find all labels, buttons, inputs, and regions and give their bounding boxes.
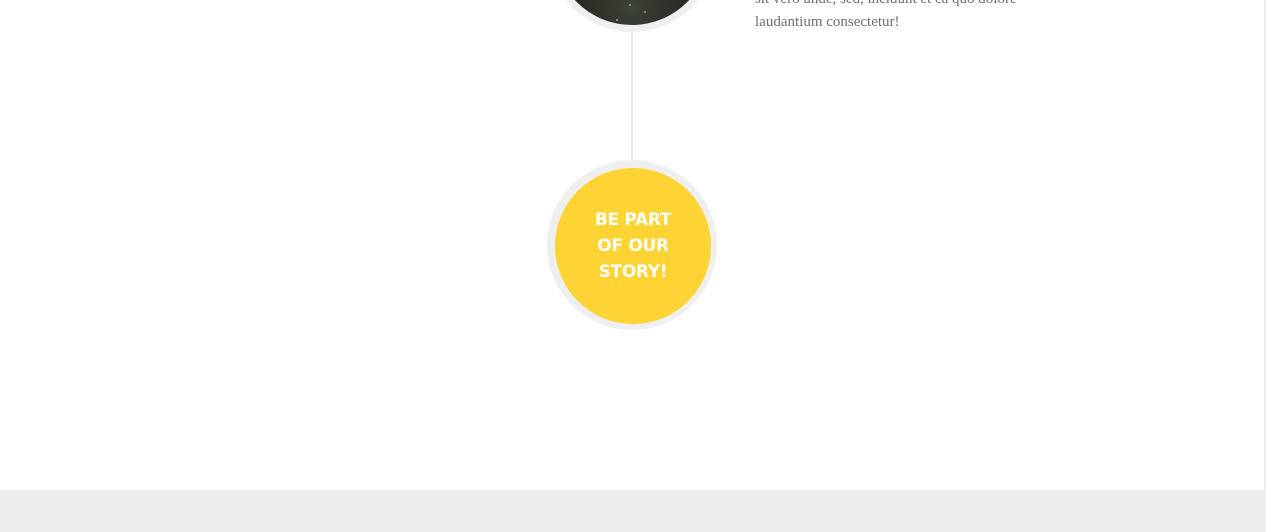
footer-band	[0, 490, 1266, 532]
cta-label-line: STORY!	[598, 262, 668, 282]
photo-light-dot	[616, 19, 618, 21]
night-sky-photo	[554, 0, 710, 25]
timeline-section: sit vero unde, sed, incidunt et ea quo d…	[0, 0, 1266, 532]
timeline-photo-circle	[547, 0, 717, 32]
cta-label-line: OF OUR	[597, 236, 669, 256]
cta-circle-fill[interactable]: BE PART OF OUR STORY!	[555, 168, 711, 324]
cta-label-line: BE PART	[594, 210, 672, 230]
photo-light-dot	[644, 11, 646, 13]
timeline-event-description: sit vero unde, sed, incidunt et ea quo d…	[755, 0, 1017, 30]
timeline-connector-line	[631, 30, 633, 162]
cta-label: BE PART OF OUR STORY!	[583, 207, 683, 285]
be-part-of-our-story-button[interactable]: BE PART OF OUR STORY!	[547, 160, 717, 330]
photo-light-dot	[629, 4, 631, 6]
